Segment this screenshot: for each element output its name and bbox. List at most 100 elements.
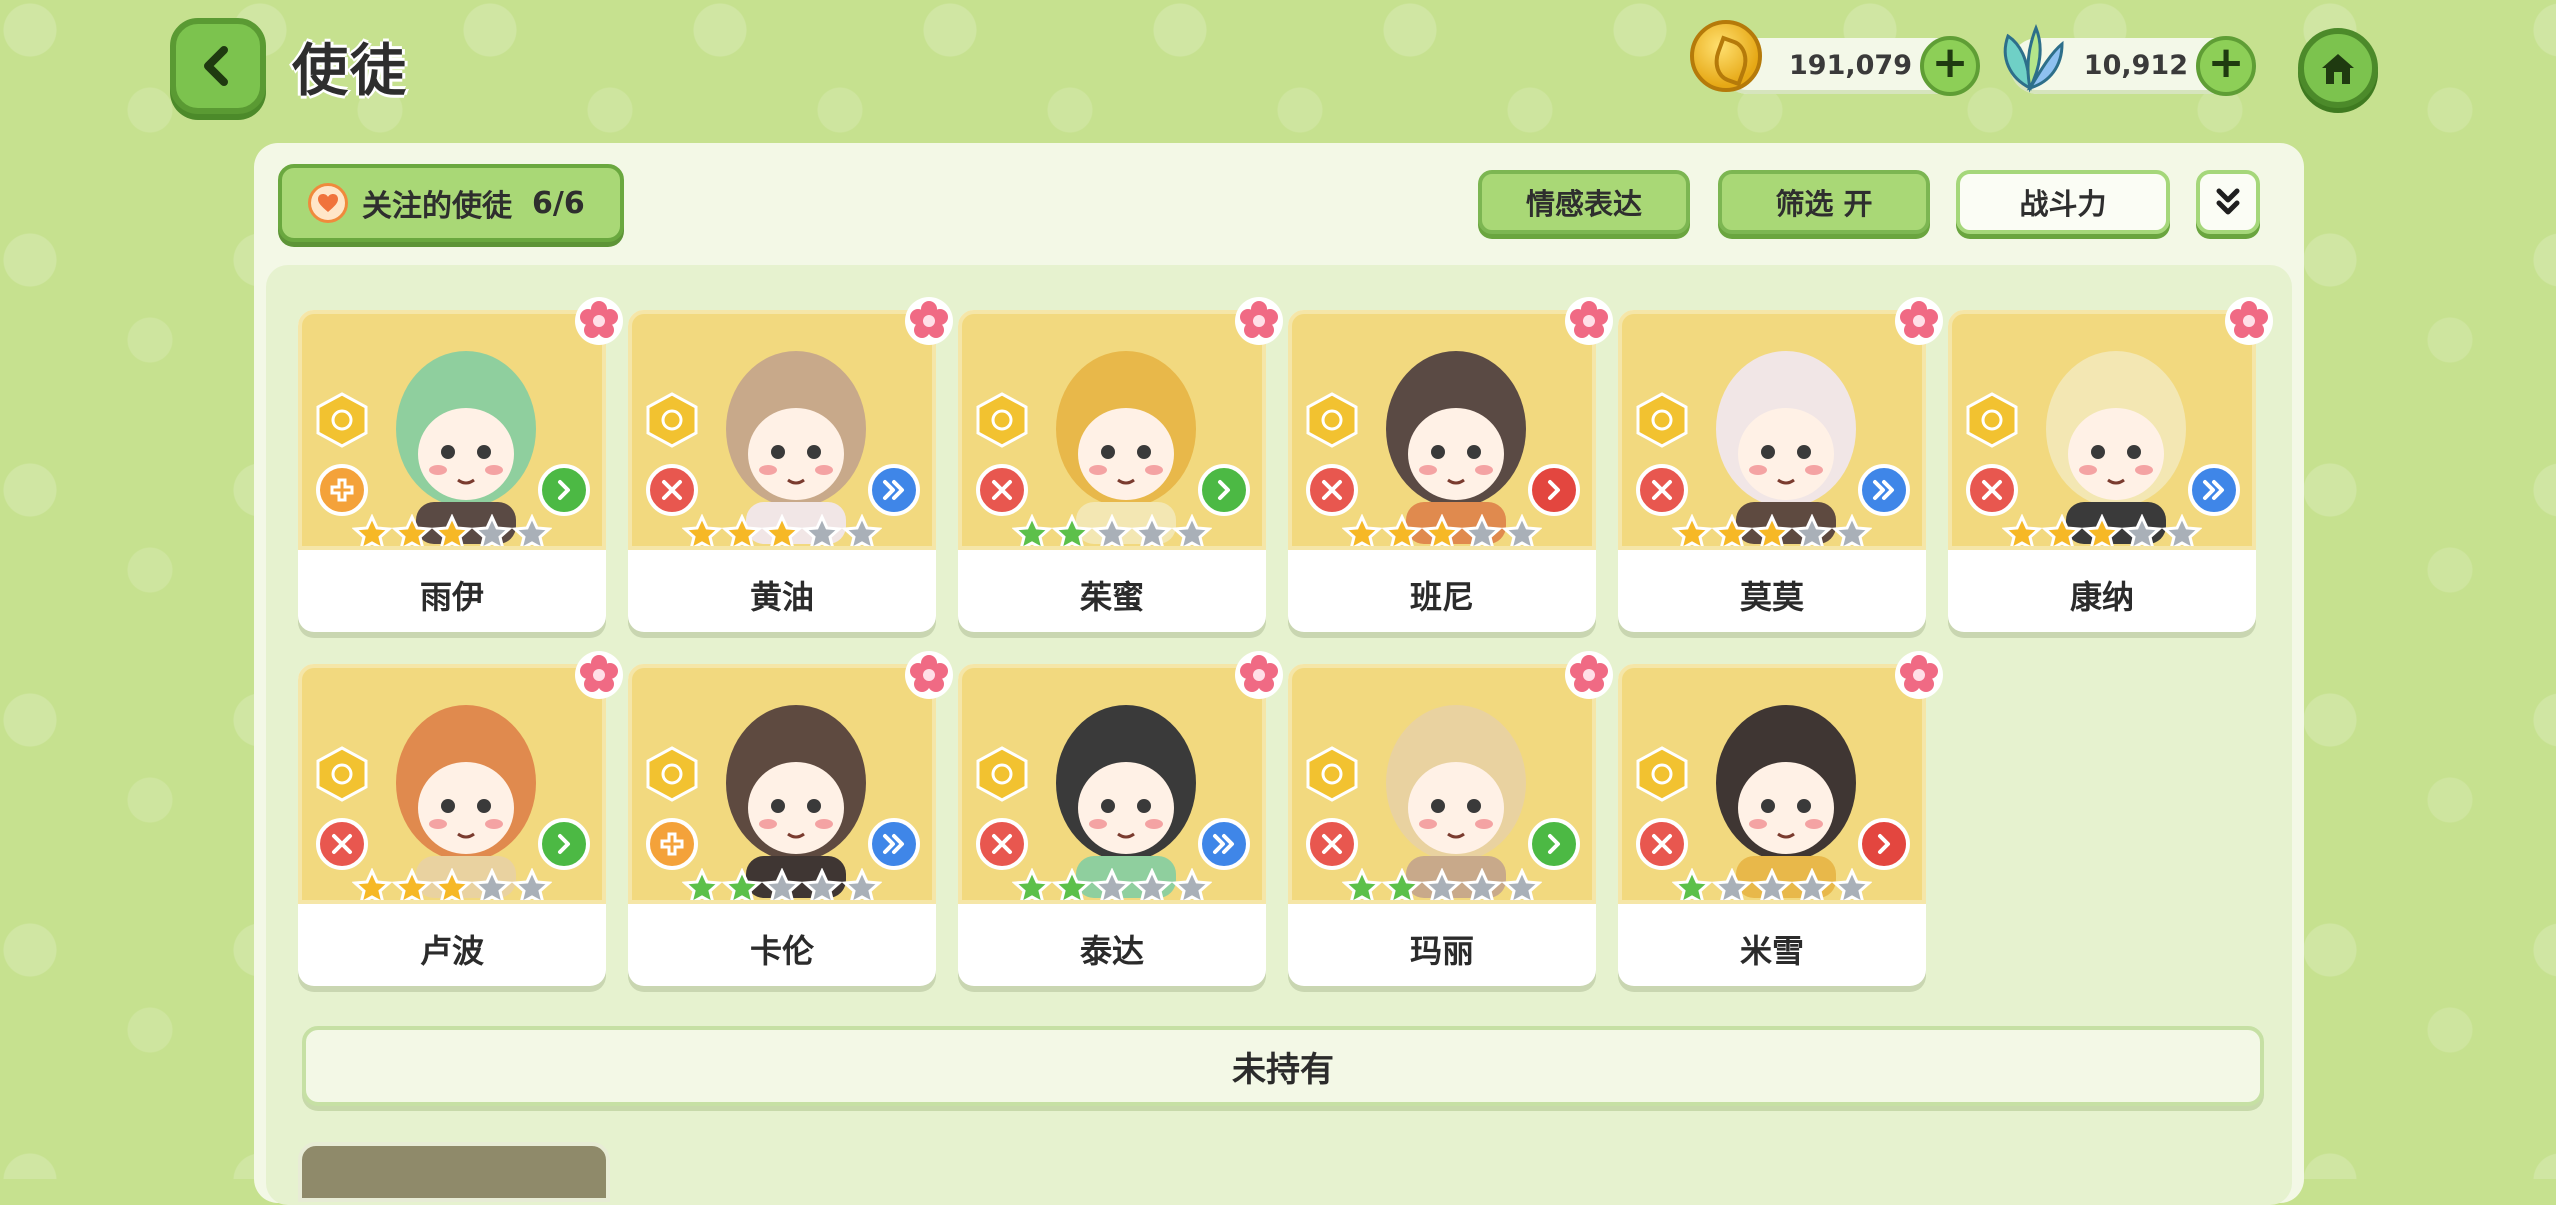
star-icon [1422,514,1462,546]
followed-apostles-badge[interactable]: 关注的使徒 6/6 [278,164,624,242]
emotion-expression-button[interactable]: 情感表达 [1478,170,1690,234]
star-icon [1342,868,1382,900]
position-badge [868,818,920,870]
next-card-preview[interactable] [298,1142,610,1202]
add-gold-button[interactable]: + [1920,36,1980,96]
double-chevron-right-icon [883,480,904,500]
tools-icon [1322,480,1342,500]
favorite-flower-icon[interactable] [1894,296,1944,346]
star-icon [2042,514,2082,546]
star-icon [472,868,512,900]
star-icon [1792,514,1832,546]
favorite-flower-icon[interactable] [574,650,624,700]
star-icon [1792,868,1832,900]
not-owned-section-header[interactable]: 未持有 [302,1026,2264,1106]
gold-amount: 191,079 [1789,50,1912,81]
favorite-flower-icon[interactable] [1234,296,1284,346]
star-icon [1502,514,1542,546]
apostle-card[interactable]: 米雪 [1618,651,1943,986]
character-illustration [1386,705,1526,898]
apostle-card[interactable]: 莫莫 [1618,297,1943,632]
apostle-portrait [298,310,606,550]
position-badge [1528,464,1580,516]
apostle-portrait [1618,310,1926,550]
tools-icon [1652,480,1672,500]
apostle-card[interactable]: 康纳 [1948,297,2273,632]
apostle-name: 泰达 [1079,932,1144,970]
add-leaf-button[interactable]: + [2196,36,2256,96]
position-badge [1198,464,1250,516]
position-badge [1198,818,1250,870]
favorite-flower-icon[interactable] [574,296,624,346]
apostle-name: 茱蜜 [1079,578,1144,616]
role-badge [646,818,698,870]
favorite-flower-icon[interactable] [904,296,954,346]
apostle-card[interactable]: 玛丽 [1288,651,1613,986]
tools-icon [1322,834,1342,854]
home-button[interactable] [2298,28,2378,108]
apostle-name: 卡伦 [749,932,814,970]
star-rating [682,514,892,546]
tools-icon [662,480,682,500]
apostle-card[interactable]: 茱蜜 [958,297,1283,632]
chevron-right-icon [1218,480,1230,500]
element-light-icon [1306,746,1358,802]
apostle-card[interactable]: 卡伦 [628,651,953,986]
favorite-flower-icon[interactable] [904,650,954,700]
star-icon [1672,868,1712,900]
star-icon [392,514,432,546]
double-chevron-right-icon [1213,834,1234,854]
star-icon [2162,514,2202,546]
back-button[interactable] [170,18,266,114]
apostle-portrait [1288,664,1596,904]
leaf-amount: 10,912 [2083,50,2188,81]
star-icon [802,868,842,900]
element-light-icon [646,392,698,448]
character-illustration [726,351,866,544]
favorite-flower-icon[interactable] [1564,296,1614,346]
character-illustration [2046,351,2186,544]
sort-order-button[interactable] [2196,170,2260,234]
star-icon [1172,514,1212,546]
favorite-flower-icon[interactable] [1564,650,1614,700]
double-chevron-right-icon [2203,480,2224,500]
character-illustration [1716,351,1856,544]
character-illustration [1386,351,1526,544]
apostle-portrait [1948,310,2256,550]
star-icon [1092,514,1132,546]
star-icon [352,514,392,546]
tools-icon [1982,480,2002,500]
chevron-right-icon [1548,834,1560,854]
character-illustration [1716,705,1856,898]
double-chevron-down-icon [2216,188,2240,215]
star-icon [432,868,472,900]
sort-power-button[interactable]: 战斗力 [1956,170,2170,234]
role-badge [976,818,1028,870]
star-rating [1012,868,1222,900]
star-icon [512,514,552,546]
apostle-card[interactable]: 黄油 [628,297,953,632]
star-icon [1832,514,1872,546]
star-icon [1012,868,1052,900]
apostle-portrait [1288,310,1596,550]
star-icon [472,514,512,546]
star-icon [1422,868,1462,900]
role-badge [1636,464,1688,516]
favorite-flower-icon[interactable] [1894,650,1944,700]
favorite-flower-icon[interactable] [2224,296,2274,346]
apostle-card[interactable]: 卢波 [298,651,623,986]
apostle-card[interactable]: 班尼 [1288,297,1613,632]
crystal-leaf-icon [2003,23,2064,93]
apostle-card[interactable]: 泰达 [958,651,1283,986]
home-icon [2322,54,2354,84]
star-icon [2082,514,2122,546]
element-light-icon [1306,392,1358,448]
apostle-name: 雨伊 [419,578,484,616]
role-badge [976,464,1028,516]
star-icon [1342,514,1382,546]
tools-icon [992,834,1012,854]
apostle-name: 班尼 [1409,578,1474,616]
filter-toggle-button[interactable]: 筛选 开 [1718,170,1930,234]
favorite-flower-icon[interactable] [1234,650,1284,700]
apostle-card[interactable]: 雨伊 [298,297,623,632]
